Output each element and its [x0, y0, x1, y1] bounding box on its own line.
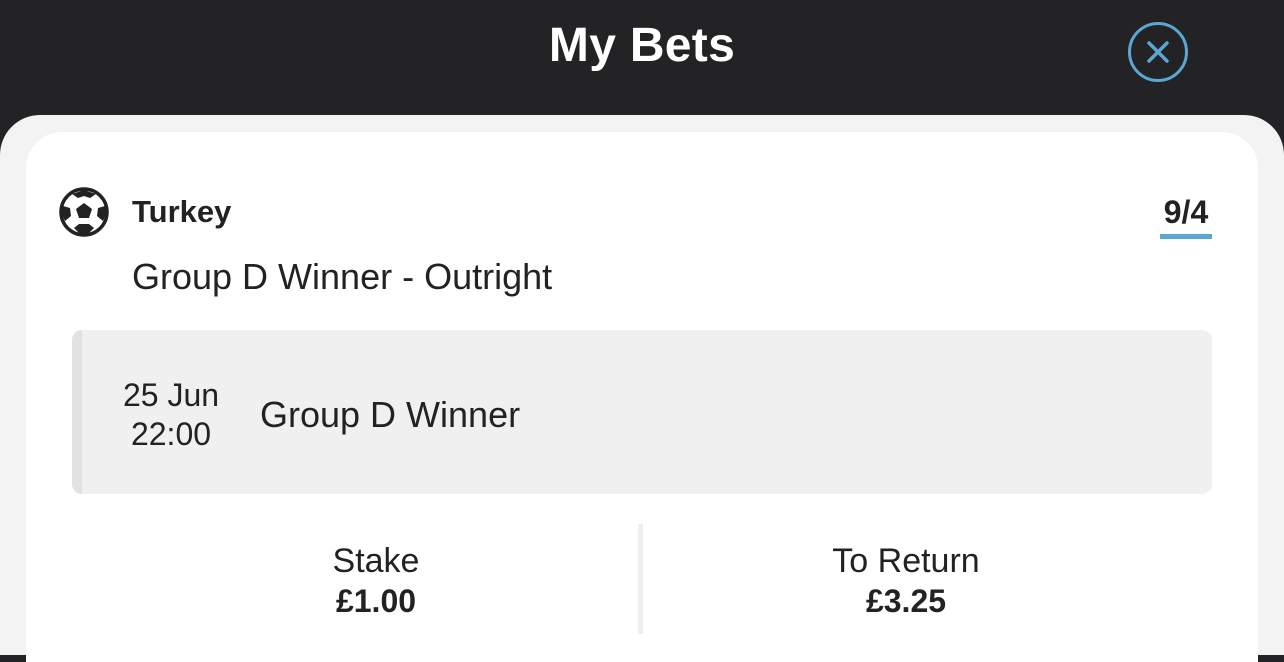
stake-value: £1.00: [335, 583, 417, 619]
stake-block: Stake £1.00: [236, 540, 516, 620]
return-value: £3.25: [865, 583, 947, 619]
event-time: 22:00: [130, 416, 212, 452]
close-button[interactable]: [1128, 22, 1188, 82]
odds-value[interactable]: 9/4: [1148, 194, 1224, 231]
odds-underline: [1160, 234, 1212, 239]
event-date: 25 Jun: [122, 377, 220, 413]
page-title: My Bets: [548, 19, 736, 72]
stats-divider: [638, 524, 643, 634]
return-label: To Return: [832, 542, 980, 580]
event-name: Group D Winner: [260, 394, 521, 435]
return-block: To Return £3.25: [766, 540, 1046, 620]
selection-name: Turkey: [132, 194, 232, 229]
close-icon: [1147, 41, 1169, 63]
event-row[interactable]: [72, 330, 1212, 494]
football-icon: [59, 187, 109, 237]
header-bar: My Bets: [0, 0, 1284, 118]
event-datetime: 25 Jun 22:00: [110, 376, 232, 454]
stake-label: Stake: [332, 542, 420, 580]
market-name: Group D Winner - Outright: [132, 256, 553, 297]
